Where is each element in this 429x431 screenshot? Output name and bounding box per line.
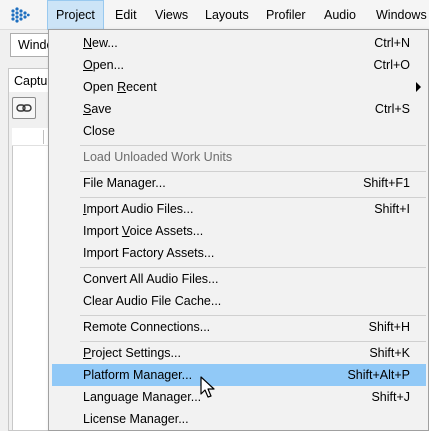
menu-layouts[interactable]: Layouts [197,0,257,30]
link-icon [16,104,32,112]
menu-item-label: Open... [83,58,125,72]
menu-item-label: Remote Connections... [83,320,211,334]
menu-item-label: Import Voice Assets... [83,224,204,238]
menu-item-import-audio-files[interactable]: Import Audio Files... Shift+I [52,198,426,220]
menu-item-label: Import Audio Files... [83,202,194,216]
menu-item-shortcut: Shift+J [371,390,410,404]
menu-item-import-factory-assets[interactable]: Import Factory Assets... [52,242,426,264]
menu-item-project-settings[interactable]: Project Settings... Shift+K [52,342,426,364]
menu-item-label: License Manager... [83,412,189,426]
menu-item-label: New... [83,36,118,50]
menu-item-shortcut: Shift+H [368,320,410,334]
menu-item-license-manager[interactable]: License Manager... [52,408,426,430]
menu-item-shortcut: Ctrl+N [374,36,410,50]
menu-item-new[interactable]: New... Ctrl+N [52,32,426,54]
menu-item-convert-all-audio-files[interactable]: Convert All Audio Files... [52,268,426,290]
menu-item-shortcut: Shift+Alt+P [347,368,410,382]
menu-item-label: File Manager... [83,176,166,190]
menu-item-shortcut: Shift+F1 [363,176,410,190]
menu-item-file-manager[interactable]: File Manager... Shift+F1 [52,172,426,194]
menu-item-label: Close [83,124,115,138]
menu-item-label: Project Settings... [83,346,181,360]
column-separator[interactable] [43,130,44,144]
menu-item-label: Load Unloaded Work Units [83,150,233,164]
menu-audio[interactable]: Audio [316,0,364,30]
wwise-logo-icon[interactable] [10,6,30,24]
menu-item-label: Import Factory Assets... [83,246,215,260]
menu-item-label: Open Recent [83,80,157,94]
menu-item-label: Clear Audio File Cache... [83,294,222,308]
menu-item-import-voice-assets[interactable]: Import Voice Assets... [52,220,426,242]
menu-item-save[interactable]: Save Ctrl+S [52,98,426,120]
link-button[interactable] [12,97,36,119]
menu-item-language-manager[interactable]: Language Manager... Shift+J [52,386,426,408]
menu-item-clear-audio-file-cache[interactable]: Clear Audio File Cache... [52,290,426,312]
menu-item-load-unloaded-work-units: Load Unloaded Work Units [52,146,426,168]
menu-item-close[interactable]: Close [52,120,426,142]
menu-item-shortcut: Shift+K [369,346,410,360]
menu-item-shortcut: Shift+I [374,202,410,216]
menu-item-shortcut: Ctrl+O [373,58,410,72]
mouse-pointer-icon [200,376,215,398]
menu-item-label: Language Manager... [83,390,202,404]
menu-profiler[interactable]: Profiler [258,0,314,30]
menu-bar: Project Edit Views Layouts Profiler Audi… [0,0,429,30]
submenu-arrow-icon [416,82,421,92]
menu-project[interactable]: Project [47,0,104,30]
menu-item-remote-connections[interactable]: Remote Connections... Shift+H [52,316,426,338]
menu-windows[interactable]: Windows [368,0,429,30]
menu-item-label: Platform Manager... [83,368,193,382]
menu-item-label: Save [83,102,112,116]
menu-item-platform-manager[interactable]: Platform Manager... Shift+Alt+P [52,364,426,386]
menu-item-shortcut: Ctrl+S [374,102,410,116]
menu-item-label: Convert All Audio Files... [83,272,219,286]
menu-item-open[interactable]: Open... Ctrl+O [52,54,426,76]
menu-edit[interactable]: Edit [107,0,145,30]
menu-views[interactable]: Views [147,0,196,30]
project-menu-dropdown: New... Ctrl+N Open... Ctrl+O Open Recent… [48,29,429,431]
menu-item-open-recent[interactable]: Open Recent [52,76,426,98]
